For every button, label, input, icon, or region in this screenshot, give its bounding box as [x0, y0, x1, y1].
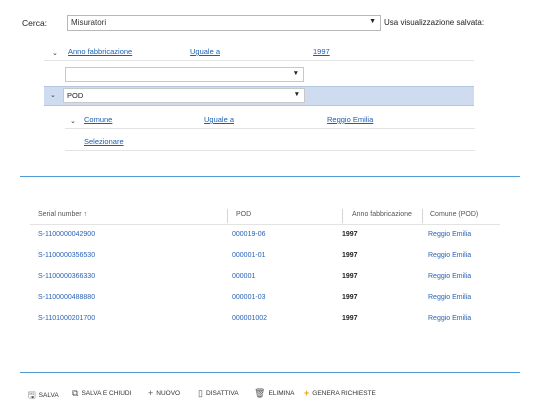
pod-link[interactable]: 000001002 [232, 315, 267, 322]
divider [65, 128, 475, 129]
comune-link[interactable]: Reggio Emilia [428, 273, 471, 280]
serial-number-link[interactable]: S-1100000488880 [38, 294, 95, 301]
serial-number-link[interactable]: S-1100000356530 [38, 252, 95, 259]
column-header-comune[interactable]: Comune (POD) [430, 211, 478, 218]
saved-view-label[interactable]: Usa visualizzazione salvata: [384, 18, 484, 27]
table-row[interactable]: S-1100000488880 000001-03 1997 Reggio Em… [30, 290, 500, 310]
pod-link[interactable]: 000001 [232, 273, 255, 280]
new-condition-select[interactable]: ▼ [65, 67, 304, 82]
grid-header-divider [30, 224, 500, 225]
collapse-chevron-icon[interactable]: ⌄ [52, 49, 58, 57]
pod-link[interactable]: 000001-01 [232, 252, 265, 259]
year-cell: 1997 [342, 252, 358, 259]
comune-link[interactable]: Reggio Emilia [428, 315, 471, 322]
divider [44, 60, 474, 61]
section-divider [20, 176, 520, 177]
serial-number-link[interactable]: S-1100000042900 [38, 231, 95, 238]
document-icon: ▯ [198, 388, 203, 398]
divider [65, 150, 475, 151]
filter-field-link[interactable]: Anno fabbricazione [68, 47, 132, 56]
collapse-chevron-icon[interactable]: ⌄ [70, 117, 76, 125]
comune-link[interactable]: Reggio Emilia [428, 252, 471, 259]
column-header-pod[interactable]: POD [236, 211, 251, 218]
toolbar-divider [20, 372, 520, 373]
table-row[interactable]: S-1100000356530 000001-01 1997 Reggio Em… [30, 248, 500, 268]
chevron-down-icon: ▼ [293, 91, 300, 98]
save-icon: 🖫 [28, 390, 36, 400]
column-header-year[interactable]: Anno fabbricazione [352, 211, 412, 218]
select-field-link[interactable]: Selezionare [84, 137, 124, 146]
search-entity-value: Misuratori [71, 18, 107, 27]
plus-icon: + [148, 388, 154, 398]
column-separator[interactable] [227, 209, 228, 223]
grid-header: Serial number ↑ POD Anno fabbricazione C… [30, 209, 500, 223]
serial-number-link[interactable]: S-1101000201700 [38, 315, 95, 322]
generate-requests-button[interactable]: + GENERA RICHIESTE [304, 388, 376, 398]
table-row[interactable]: S-1101000201700 000001002 1997 Reggio Em… [30, 311, 500, 331]
filter-operator-link[interactable]: Uguale a [190, 47, 220, 56]
column-separator[interactable] [342, 209, 343, 223]
comune-link[interactable]: Reggio Emilia [428, 231, 471, 238]
chevron-down-icon: ▼ [292, 70, 299, 77]
trash-icon: 🗑 [254, 388, 266, 398]
year-cell: 1997 [342, 294, 358, 301]
new-button[interactable]: + NUOVO [148, 388, 180, 398]
filter-value-link[interactable]: 1997 [313, 47, 330, 56]
sub-filter-operator-link[interactable]: Uguale a [204, 115, 234, 124]
search-entity-select[interactable]: Misuratori ▼ [67, 15, 381, 31]
serial-number-link[interactable]: S-1100000366330 [38, 273, 95, 280]
save-button[interactable]: 🖫 SALVA [28, 388, 59, 404]
sub-filter-field-link[interactable]: Comune [84, 115, 112, 124]
save-and-close-button[interactable]: ⧉ SALVA E CHIUDI [72, 388, 131, 399]
chevron-down-icon: ▼ [369, 18, 376, 25]
column-separator[interactable] [422, 209, 423, 223]
year-cell: 1997 [342, 315, 358, 322]
search-bar: Cerca: Misuratori ▼ Usa visualizzazione … [22, 15, 522, 31]
plus-icon: + [304, 388, 310, 398]
save-close-icon: ⧉ [72, 388, 79, 398]
command-bar: 🖫 SALVA ⧉ SALVA E CHIUDI + NUOVO ▯ DISATTIVA… [28, 386, 508, 402]
comune-link[interactable]: Reggio Emilia [428, 294, 471, 301]
deactivate-button[interactable]: ▯ DISATTIVA [198, 388, 239, 399]
related-entity-value: POD [67, 91, 84, 100]
column-header-serial[interactable]: Serial number ↑ [38, 211, 87, 218]
delete-button[interactable]: 🗑 ELIMINA [254, 388, 294, 399]
year-cell: 1997 [342, 273, 358, 280]
collapse-chevron-icon[interactable]: ⌄ [50, 91, 56, 99]
year-cell: 1997 [342, 231, 358, 238]
sub-filter-value-link[interactable]: Reggio Emilia [327, 115, 373, 124]
related-entity-select[interactable]: POD ▼ [63, 88, 305, 103]
sort-ascending-icon: ↑ [83, 211, 88, 218]
table-row[interactable]: S-1100000042900 000019-06 1997 Reggio Em… [30, 227, 500, 247]
table-row[interactable]: S-1100000366330 000001 1997 Reggio Emili… [30, 269, 500, 289]
pod-link[interactable]: 000001-03 [232, 294, 265, 301]
search-label: Cerca: [22, 18, 48, 28]
pod-link[interactable]: 000019-06 [232, 231, 265, 238]
